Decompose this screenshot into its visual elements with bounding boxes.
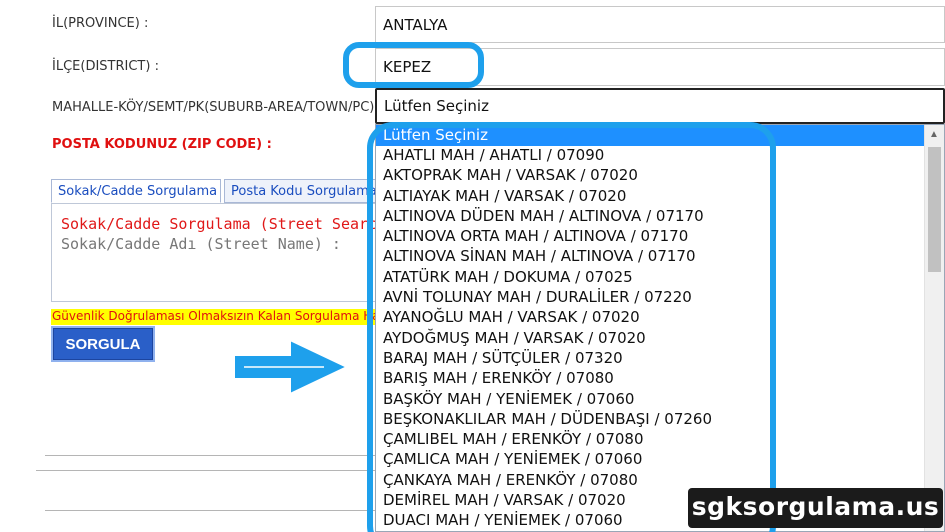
panel-title: Sokak/Cadde Sorgulama (Street Search) [61, 215, 396, 233]
watermark-logo: sgksorgulama.us [688, 488, 943, 528]
suburb-label: MAHALLE-KÖY/SEMT/PK(SUBURB-AREA/TOWN/PC)… [52, 100, 383, 115]
query-button[interactable]: SORGULA [51, 326, 155, 362]
list-highlight-ring [367, 122, 776, 532]
tab-street-search[interactable]: Sokak/Cadde Sorgulama [51, 179, 221, 203]
security-warning: Güvenlik Doğrulaması Olmaksızın Kalan So… [51, 309, 381, 325]
divider-line [36, 470, 375, 471]
dropdown-scrollbar[interactable]: ▲ [924, 125, 944, 531]
zip-code-label: POSTA KODUNUZ (ZIP CODE) : [52, 137, 272, 152]
scroll-up-arrow-icon[interactable]: ▲ [929, 129, 939, 140]
suburb-select[interactable]: Lütfen Seçiniz [375, 88, 945, 124]
district-highlight-ring [343, 42, 484, 88]
province-field[interactable]: ANTALYA [375, 6, 945, 43]
right-arrow-icon [233, 338, 350, 396]
scrollbar-thumb[interactable] [928, 147, 941, 272]
divider-line [45, 455, 375, 456]
street-name-label: Sokak/Cadde Adı (Street Name) : [61, 235, 341, 253]
tab-postal-code-search[interactable]: Posta Kodu Sorgulama [224, 179, 376, 203]
divider-line [45, 510, 375, 511]
district-label: İLÇE(DISTRICT) : [52, 59, 159, 74]
province-label: İL(PROVINCE) : [52, 16, 149, 31]
